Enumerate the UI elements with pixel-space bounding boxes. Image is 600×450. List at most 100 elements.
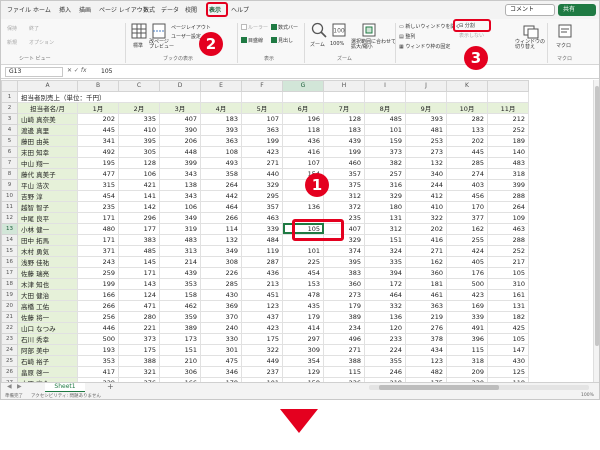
value-cell[interactable]: 189 — [487, 134, 529, 147]
value-cell[interactable]: 264 — [200, 178, 242, 191]
value-cell[interactable]: 478 — [282, 288, 324, 301]
value-cell[interactable]: 339 — [446, 310, 488, 323]
page-break-preview-icon[interactable] — [151, 23, 167, 39]
value-cell[interactable]: 246 — [364, 365, 406, 378]
value-cell[interactable]: 253 — [405, 134, 447, 147]
value-cell[interactable]: 252 — [487, 123, 529, 136]
horizontal-scroll-thumb[interactable] — [379, 385, 499, 390]
value-cell[interactable]: 445 — [77, 123, 119, 136]
name-cell[interactable]: 小林 健一 — [17, 222, 78, 235]
value-cell[interactable]: 463 — [241, 211, 283, 224]
value-cell[interactable]: 363 — [241, 123, 283, 136]
value-cell[interactable]: 383 — [323, 266, 365, 279]
value-cell[interactable]: 456 — [446, 189, 488, 202]
value-cell[interactable]: 226 — [200, 266, 242, 279]
value-cell[interactable]: 171 — [77, 233, 119, 246]
fx-icon[interactable]: ✕ ✓ fx — [67, 67, 87, 74]
value-cell[interactable]: 237 — [241, 365, 283, 378]
name-cell[interactable]: 佐藤 瑞亮 — [17, 266, 78, 279]
value-cell[interactable]: 202 — [446, 134, 488, 147]
value-cell[interactable]: 341 — [77, 134, 119, 147]
value-cell[interactable]: 243 — [77, 255, 119, 268]
value-cell[interactable]: 475 — [200, 354, 242, 367]
value-cell[interactable]: 423 — [241, 145, 283, 158]
value-cell[interactable]: 373 — [364, 145, 406, 158]
value-cell[interactable]: 309 — [282, 343, 324, 356]
value-cell[interactable]: 330 — [200, 332, 242, 345]
value-cell[interactable]: 209 — [446, 365, 488, 378]
value-cell[interactable]: 115 — [323, 365, 365, 378]
value-cell[interactable]: 234 — [323, 321, 365, 334]
row-header[interactable]: 21 — [1, 310, 18, 323]
share-button[interactable]: 共有 — [558, 4, 596, 16]
value-cell[interactable]: 500 — [77, 332, 119, 345]
value-cell[interactable]: 128 — [118, 156, 160, 169]
value-cell[interactable]: 373 — [118, 332, 160, 345]
zoom-to-selection-icon[interactable] — [361, 22, 377, 38]
value-cell[interactable]: 425 — [487, 321, 529, 334]
value-cell[interactable]: 305 — [118, 145, 160, 158]
name-box[interactable]: G13 — [5, 67, 63, 77]
header-cell[interactable]: 6月 — [282, 101, 324, 114]
name-cell[interactable]: 越智 智子 — [17, 200, 78, 213]
row-header[interactable]: 16 — [1, 255, 18, 268]
zoom-100-icon[interactable]: 100 — [331, 22, 347, 38]
tab-help[interactable]: ヘルプ — [231, 5, 249, 14]
value-cell[interactable]: 106 — [159, 200, 201, 213]
value-cell[interactable]: 435 — [282, 299, 324, 312]
comment-button[interactable]: コメント — [505, 4, 555, 16]
value-cell[interactable]: 172 — [364, 277, 406, 290]
value-cell[interactable]: 339 — [241, 222, 283, 235]
ruler-checkbox[interactable]: ルーラー — [241, 23, 268, 31]
value-cell[interactable]: 471 — [118, 299, 160, 312]
value-cell[interactable]: 151 — [364, 233, 406, 246]
value-cell[interactable]: 315 — [77, 178, 119, 191]
value-cell[interactable]: 276 — [405, 321, 447, 334]
value-cell[interactable]: 353 — [159, 277, 201, 290]
value-cell[interactable]: 125 — [487, 365, 529, 378]
cell[interactable] — [364, 90, 406, 103]
value-cell[interactable]: 151 — [159, 343, 201, 356]
row-header[interactable]: 20 — [1, 299, 18, 312]
value-cell[interactable]: 454 — [77, 189, 119, 202]
value-cell[interactable]: 212 — [487, 112, 529, 125]
value-cell[interactable]: 491 — [446, 321, 488, 334]
value-cell[interactable]: 332 — [364, 299, 406, 312]
value-cell[interactable]: 316 — [364, 178, 406, 191]
tab-page-layout[interactable]: ページ レイアウト — [99, 5, 149, 14]
value-cell[interactable]: 214 — [159, 255, 201, 268]
row-header[interactable]: 1 — [1, 90, 18, 103]
header-cell[interactable]: 担当者名/月 — [17, 101, 78, 114]
name-cell[interactable]: 末田 知幸 — [17, 145, 78, 158]
value-cell[interactable]: 295 — [241, 189, 283, 202]
value-cell[interactable]: 357 — [241, 200, 283, 213]
formula-bar-checkbox[interactable]: 数式バー — [271, 23, 298, 31]
value-cell[interactable]: 395 — [323, 255, 365, 268]
value-cell[interactable]: 132 — [405, 156, 447, 169]
value-cell[interactable]: 128 — [323, 112, 365, 125]
sheet-view-exit[interactable]: 終了 — [29, 25, 39, 32]
custom-views-button[interactable]: ユーザー設定 — [171, 33, 201, 40]
name-cell[interactable]: 中尾 良平 — [17, 211, 78, 224]
value-cell[interactable]: 371 — [77, 244, 119, 257]
row-header[interactable]: 25 — [1, 354, 18, 367]
sheet-view-new[interactable]: 新規 — [7, 39, 17, 46]
sheet-view-options[interactable]: オプション — [29, 39, 54, 46]
value-cell[interactable]: 138 — [159, 178, 201, 191]
value-cell[interactable]: 264 — [487, 200, 529, 213]
row-header[interactable]: 19 — [1, 288, 18, 301]
value-cell[interactable]: 349 — [159, 211, 201, 224]
header-cell[interactable]: 1月 — [77, 101, 119, 114]
header-cell[interactable]: 11月 — [487, 101, 529, 114]
value-cell[interactable]: 240 — [200, 321, 242, 334]
value-cell[interactable]: 132 — [200, 233, 242, 246]
value-cell[interactable]: 221 — [118, 321, 160, 334]
value-cell[interactable]: 421 — [118, 178, 160, 191]
cell[interactable] — [323, 90, 365, 103]
arrange-all-button[interactable]: ▤ 整列 — [399, 33, 415, 40]
value-cell[interactable]: 145 — [118, 255, 160, 268]
value-cell[interactable]: 448 — [159, 145, 201, 158]
cell[interactable] — [241, 90, 283, 103]
value-cell[interactable]: 115 — [446, 343, 488, 356]
value-cell[interactable]: 388 — [118, 354, 160, 367]
